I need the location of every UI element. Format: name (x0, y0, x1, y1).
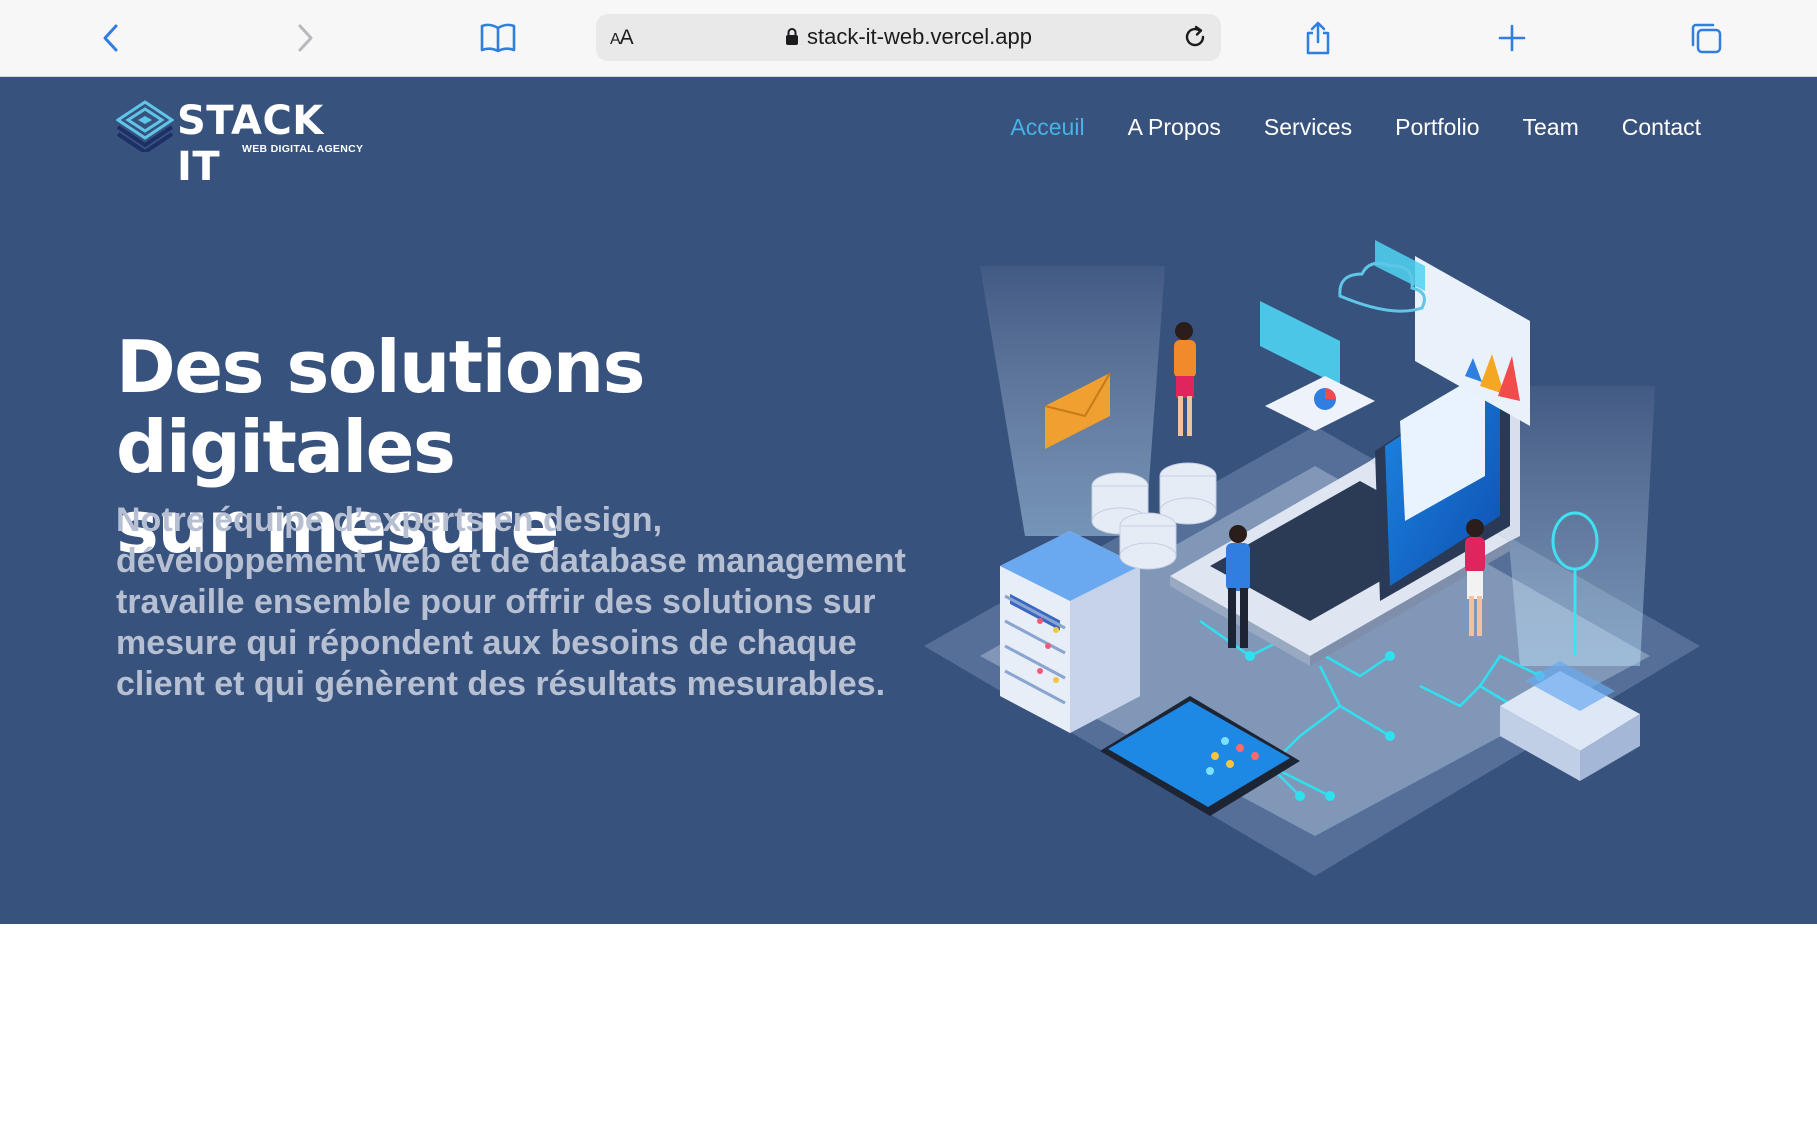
new-tab-button[interactable] (1490, 16, 1534, 60)
nav-link-team[interactable]: Team (1522, 114, 1578, 141)
main-nav: Acceuil A Propos Services Portfolio Team… (967, 114, 1701, 141)
hero-isometric-illustration (924, 240, 1700, 876)
url-text: stack-it-web.vercel.app (807, 24, 1032, 49)
pie-chart-card (1265, 376, 1375, 431)
address-bar[interactable]: AA stack-it-web.vercel.app (596, 14, 1221, 61)
nav-link-a-propos[interactable]: A Propos (1128, 114, 1221, 141)
url-display: stack-it-web.vercel.app (596, 24, 1221, 50)
browser-toolbar: AA stack-it-web.vercel.app (0, 0, 1817, 77)
tabs-overview-button[interactable] (1684, 16, 1728, 60)
forward-chevron-icon (298, 24, 313, 52)
nav-link-services[interactable]: Services (1264, 114, 1352, 141)
bookmarks-book-icon (480, 23, 516, 53)
back-button[interactable] (89, 16, 133, 60)
forward-button[interactable] (283, 16, 327, 60)
person-standing-top (1174, 322, 1196, 436)
back-chevron-icon (103, 24, 118, 52)
share-icon (1306, 21, 1330, 55)
bookmarks-button[interactable] (476, 16, 520, 60)
logo-tagline: WEB DIGITAL AGENCY (242, 143, 364, 155)
stack-layers-logo-icon (116, 100, 174, 152)
hero-section: STACK IT WEB DIGITAL AGENCY Acceuil A Pr… (0, 77, 1817, 924)
site-logo[interactable]: STACK IT WEB DIGITAL AGENCY (116, 98, 376, 190)
hero-description: Notre équipe d’experts en design, dévelo… (116, 501, 906, 703)
share-button[interactable] (1296, 16, 1340, 60)
nav-link-portfolio[interactable]: Portfolio (1395, 114, 1479, 141)
nav-link-contact[interactable]: Contact (1622, 114, 1701, 141)
nav-link-acceuil[interactable]: Acceuil (1010, 114, 1084, 141)
floating-screen-cyan (1260, 301, 1340, 386)
hero-title-line1: Des solutions digitales (116, 325, 645, 489)
plus-icon (1498, 24, 1526, 52)
server-rack-left (1000, 531, 1140, 733)
lock-icon (786, 28, 798, 45)
tabs-icon (1691, 23, 1722, 54)
reload-icon[interactable] (1181, 23, 1209, 51)
